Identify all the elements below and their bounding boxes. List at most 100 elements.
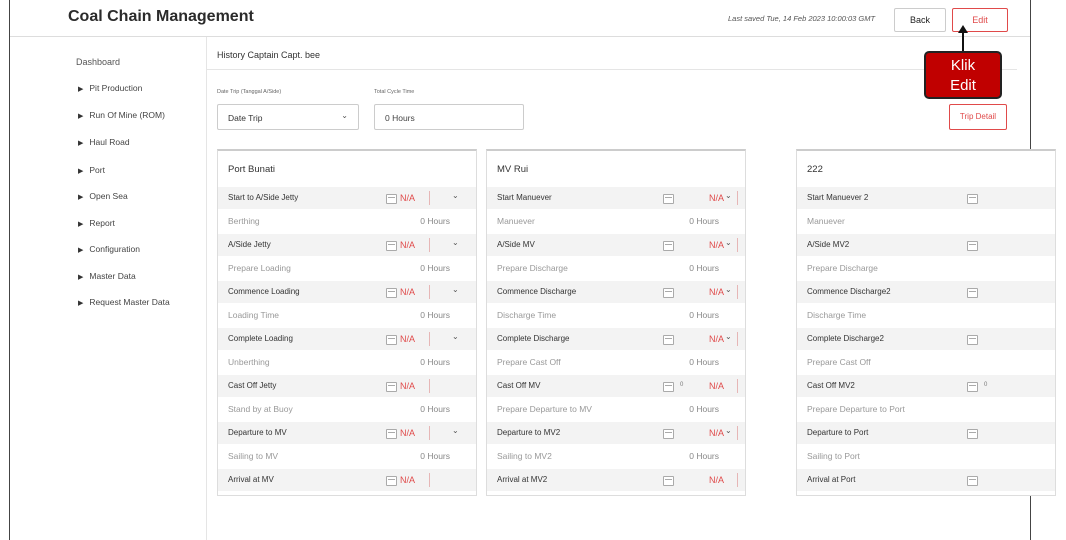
callout-line: Edit xyxy=(950,77,976,94)
sidebar-item-master-data[interactable]: ▶ Master Data xyxy=(78,271,136,281)
chevron-down-icon[interactable]: ⌄ xyxy=(452,191,459,200)
duration-row: Prepare Discharge 0 Hours xyxy=(487,258,745,280)
calendar-icon[interactable] xyxy=(386,382,397,392)
calendar-icon[interactable] xyxy=(663,429,674,439)
field-divider xyxy=(737,191,738,205)
row-label: Sailing to MV2 xyxy=(497,450,552,461)
callout-arrow-head xyxy=(958,25,968,33)
back-button[interactable]: Back xyxy=(894,8,946,32)
calendar-icon[interactable] xyxy=(386,241,397,251)
event-row: Departure to MV2 N/A ⌄ xyxy=(487,422,745,444)
duration-row: Stand by at Buoy 0 Hours xyxy=(218,399,476,421)
event-row: Departure to MV N/A ⌄ xyxy=(218,422,476,444)
caret-right-icon: ▶ xyxy=(78,113,84,120)
status-value: N/A xyxy=(400,334,416,344)
field-divider xyxy=(429,473,430,487)
calendar-icon[interactable] xyxy=(967,241,978,251)
chevron-down-icon[interactable]: ⌄ xyxy=(452,332,459,341)
event-row: Cast Off Jetty N/A xyxy=(218,375,476,397)
sidebar-item-port[interactable]: ▶ Port xyxy=(78,165,105,175)
chevron-down-icon[interactable]: ⌄ xyxy=(725,191,732,200)
chevron-down-icon[interactable]: ⌄ xyxy=(725,238,732,247)
time-input[interactable]: 0 xyxy=(984,382,987,388)
event-row: Arrival at Port xyxy=(797,469,1055,491)
sidebar-item-open-sea[interactable]: ▶ Open Sea xyxy=(78,191,128,201)
row-label: Arrival at MV xyxy=(228,475,274,484)
calendar-icon[interactable] xyxy=(386,335,397,345)
duration-row: Manuever 0 Hours xyxy=(487,211,745,233)
row-label: Prepare Departure to Port xyxy=(807,403,905,414)
calendar-icon[interactable] xyxy=(386,429,397,439)
sidebar-item-configuration[interactable]: ▶ Configuration xyxy=(78,244,140,254)
event-row: Start Manuever N/A ⌄ xyxy=(487,187,745,209)
chevron-down-icon[interactable]: ⌄ xyxy=(452,426,459,435)
calendar-icon[interactable] xyxy=(663,382,674,392)
calendar-icon[interactable] xyxy=(663,335,674,345)
top-bar: Coal Chain Management Last saved Tue, 14… xyxy=(10,0,1030,37)
last-saved-text: Last saved Tue, 14 Feb 2023 10:00:03 GMT xyxy=(728,14,876,23)
row-label: Manuever xyxy=(807,215,845,226)
field-divider xyxy=(429,285,430,299)
row-label: A/Side MV xyxy=(497,240,535,249)
trip-detail-button[interactable]: Trip Detail xyxy=(949,104,1007,130)
row-label: Departure to MV2 xyxy=(497,428,561,437)
sidebar-item-report[interactable]: ▶ Report xyxy=(78,218,115,228)
field-divider xyxy=(429,379,430,393)
sidebar: Dashboard ▶ Pit Production ▶ Run Of Mine (… xyxy=(10,37,207,540)
calendar-icon[interactable] xyxy=(967,194,978,204)
calendar-icon[interactable] xyxy=(663,288,674,298)
duration-row: Prepare Cast Off 0 Hours xyxy=(487,352,745,374)
total-cycle-value: 0 Hours xyxy=(385,113,415,123)
sidebar-item-pit-production[interactable]: ▶ Pit Production xyxy=(78,83,142,93)
duration-value: 0 Hours xyxy=(420,403,450,414)
total-cycle-field[interactable]: 0 Hours xyxy=(374,104,524,130)
event-row: Commence Discharge N/A ⌄ xyxy=(487,281,745,303)
duration-value: 0 Hours xyxy=(689,356,719,367)
callout-line: Klik xyxy=(950,57,976,74)
calendar-icon[interactable] xyxy=(663,241,674,251)
chevron-down-icon[interactable]: ⌄ xyxy=(725,285,732,294)
sidebar-item-dashboard[interactable]: Dashboard xyxy=(76,57,120,67)
sidebar-item-label: Pit Production xyxy=(89,83,143,93)
row-label: Sailing to MV xyxy=(228,450,279,461)
calendar-icon[interactable] xyxy=(967,476,978,486)
calendar-icon[interactable] xyxy=(967,288,978,298)
calendar-icon[interactable] xyxy=(967,382,978,392)
time-input[interactable]: 0 xyxy=(680,382,683,388)
caret-right-icon: ▶ xyxy=(78,168,84,175)
calendar-icon[interactable] xyxy=(967,335,978,345)
sidebar-item-request-master-data[interactable]: ▶ Request Master Data xyxy=(78,297,170,307)
calendar-icon[interactable] xyxy=(967,429,978,439)
calendar-icon[interactable] xyxy=(386,288,397,298)
status-value: N/A xyxy=(709,428,725,438)
event-row: Cast Off MV2 0 xyxy=(797,375,1055,397)
row-label: Prepare Discharge xyxy=(807,262,878,273)
calendar-icon[interactable] xyxy=(386,194,397,204)
duration-row: Sailing to Port xyxy=(797,446,1055,468)
app-frame: Coal Chain Management Last saved Tue, 14… xyxy=(9,0,1056,540)
date-trip-select[interactable]: Date Trip ⌄ xyxy=(217,104,359,130)
chevron-down-icon[interactable]: ⌄ xyxy=(452,238,459,247)
trip-card: MV Rui Start Manuever N/A ⌄ Manuever 0 Hours A… xyxy=(486,149,746,496)
field-divider xyxy=(429,426,430,440)
calendar-icon[interactable] xyxy=(663,194,674,204)
row-label: Manuever xyxy=(497,215,535,226)
card-title: MV Rui xyxy=(497,164,529,175)
chevron-down-icon[interactable]: ⌄ xyxy=(725,426,732,435)
event-row: Start Manuever 2 xyxy=(797,187,1055,209)
event-row: Cast Off MV 0 N/A xyxy=(487,375,745,397)
duration-value: 0 Hours xyxy=(420,450,450,461)
chevron-down-icon[interactable]: ⌄ xyxy=(725,332,732,341)
row-label: Prepare Departure to MV xyxy=(497,403,592,414)
sidebar-item-haul-road[interactable]: ▶ Haul Road xyxy=(78,137,130,147)
duration-row: Prepare Departure to MV 0 Hours xyxy=(487,399,745,421)
sidebar-item-run-of-mine[interactable]: ▶ Run Of Mine (ROM) xyxy=(78,110,165,120)
row-label: Commence Discharge xyxy=(497,287,577,296)
row-label: A/Side MV2 xyxy=(807,240,850,249)
caret-right-icon: ▶ xyxy=(78,221,84,228)
field-divider xyxy=(737,426,738,440)
chevron-down-icon[interactable]: ⌄ xyxy=(452,285,459,294)
calendar-icon[interactable] xyxy=(386,476,397,486)
calendar-icon[interactable] xyxy=(663,476,674,486)
duration-row: Unberthing 0 Hours xyxy=(218,352,476,374)
